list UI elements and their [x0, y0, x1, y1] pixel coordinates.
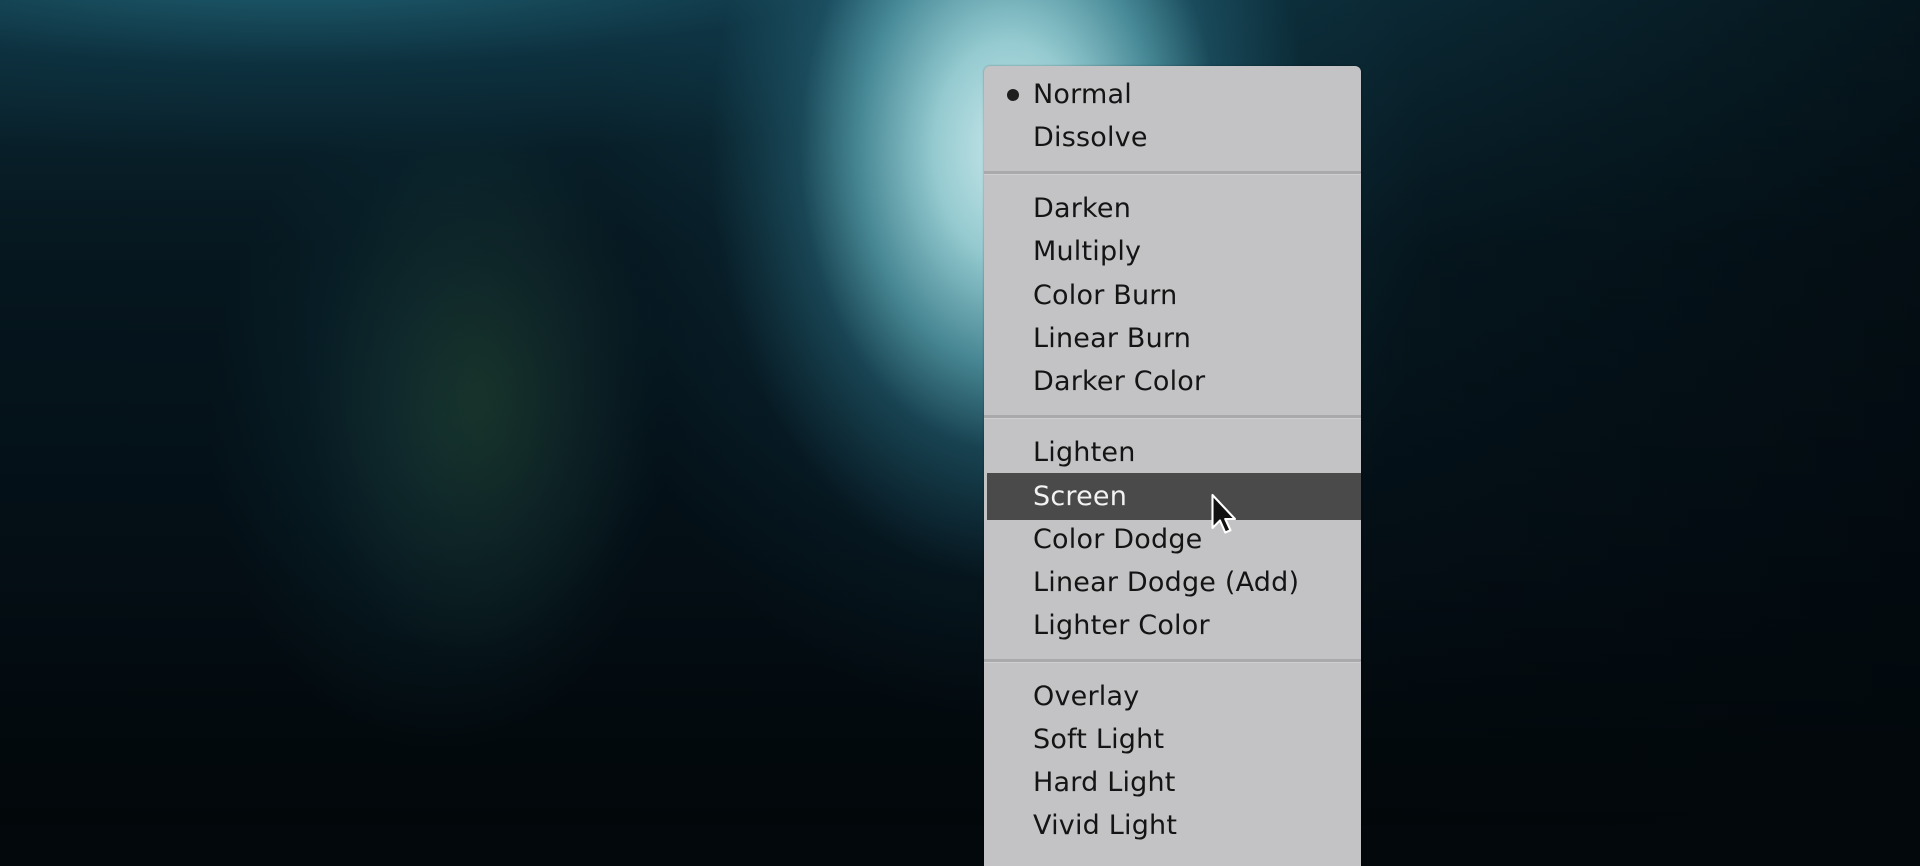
- menu-item-label: Linear Burn: [1033, 323, 1192, 354]
- menu-separator: [984, 171, 1361, 175]
- menu-item-label: Screen: [1033, 481, 1128, 512]
- menu-item-label: Vivid Light: [1033, 810, 1178, 841]
- menu-item-label: Color Burn: [1033, 280, 1178, 311]
- menu-item-dissolve[interactable]: Dissolve: [987, 114, 1361, 161]
- menu-item-soft-light[interactable]: Soft Light: [987, 716, 1361, 763]
- menu-item-multiply[interactable]: Multiply: [987, 228, 1361, 275]
- background-glow-halo: [0, 0, 1920, 825]
- menu-item-label: Overlay: [1033, 681, 1140, 712]
- background-vignette: [0, 0, 1920, 825]
- menu-item-linear-burn[interactable]: Linear Burn: [987, 315, 1361, 362]
- menu-item-color-burn[interactable]: Color Burn: [987, 272, 1361, 319]
- menu-item-label: Lighten: [1033, 437, 1136, 468]
- blend-mode-menu: Normal Dissolve Darken Multiply Color Bu…: [984, 66, 1361, 866]
- menu-item-lighter-color[interactable]: Lighter Color: [987, 602, 1361, 649]
- menu-item-hard-light[interactable]: Hard Light: [987, 759, 1361, 806]
- menu-item-vivid-light[interactable]: Vivid Light: [987, 802, 1361, 849]
- menu-item-normal[interactable]: Normal: [987, 71, 1361, 118]
- menu-item-label: Darker Color: [1033, 366, 1206, 397]
- menu-item-label: Normal: [1033, 79, 1132, 110]
- bullet-dot-icon: [1007, 88, 1019, 101]
- menu-item-lighten[interactable]: Lighten: [987, 429, 1361, 476]
- menu-item-overlay[interactable]: Overlay: [987, 673, 1361, 720]
- menu-item-label: Lighter Color: [1033, 610, 1210, 641]
- menu-item-label: Soft Light: [1033, 724, 1165, 755]
- background: [0, 0, 1920, 825]
- background-lens-flare: [0, 0, 1920, 825]
- menu-item-label: Linear Dodge (Add): [1033, 567, 1300, 598]
- menu-item-label: Dissolve: [1033, 122, 1148, 153]
- menu-item-color-dodge[interactable]: Color Dodge: [987, 516, 1361, 563]
- menu-separator: [984, 659, 1361, 663]
- menu-item-screen[interactable]: Screen: [987, 473, 1361, 520]
- menu-separator: [984, 415, 1361, 419]
- background-light-orb: [0, 0, 1920, 825]
- menu-item-label: Darken: [1033, 193, 1132, 224]
- menu-item-label: Hard Light: [1033, 767, 1176, 798]
- menu-item-label: Color Dodge: [1033, 524, 1203, 555]
- menu-item-darken[interactable]: Darken: [987, 185, 1361, 232]
- menu-item-label: Multiply: [1033, 236, 1142, 267]
- menu-item-linear-dodge-add[interactable]: Linear Dodge (Add): [987, 559, 1361, 606]
- menu-item-darker-color[interactable]: Darker Color: [987, 358, 1361, 405]
